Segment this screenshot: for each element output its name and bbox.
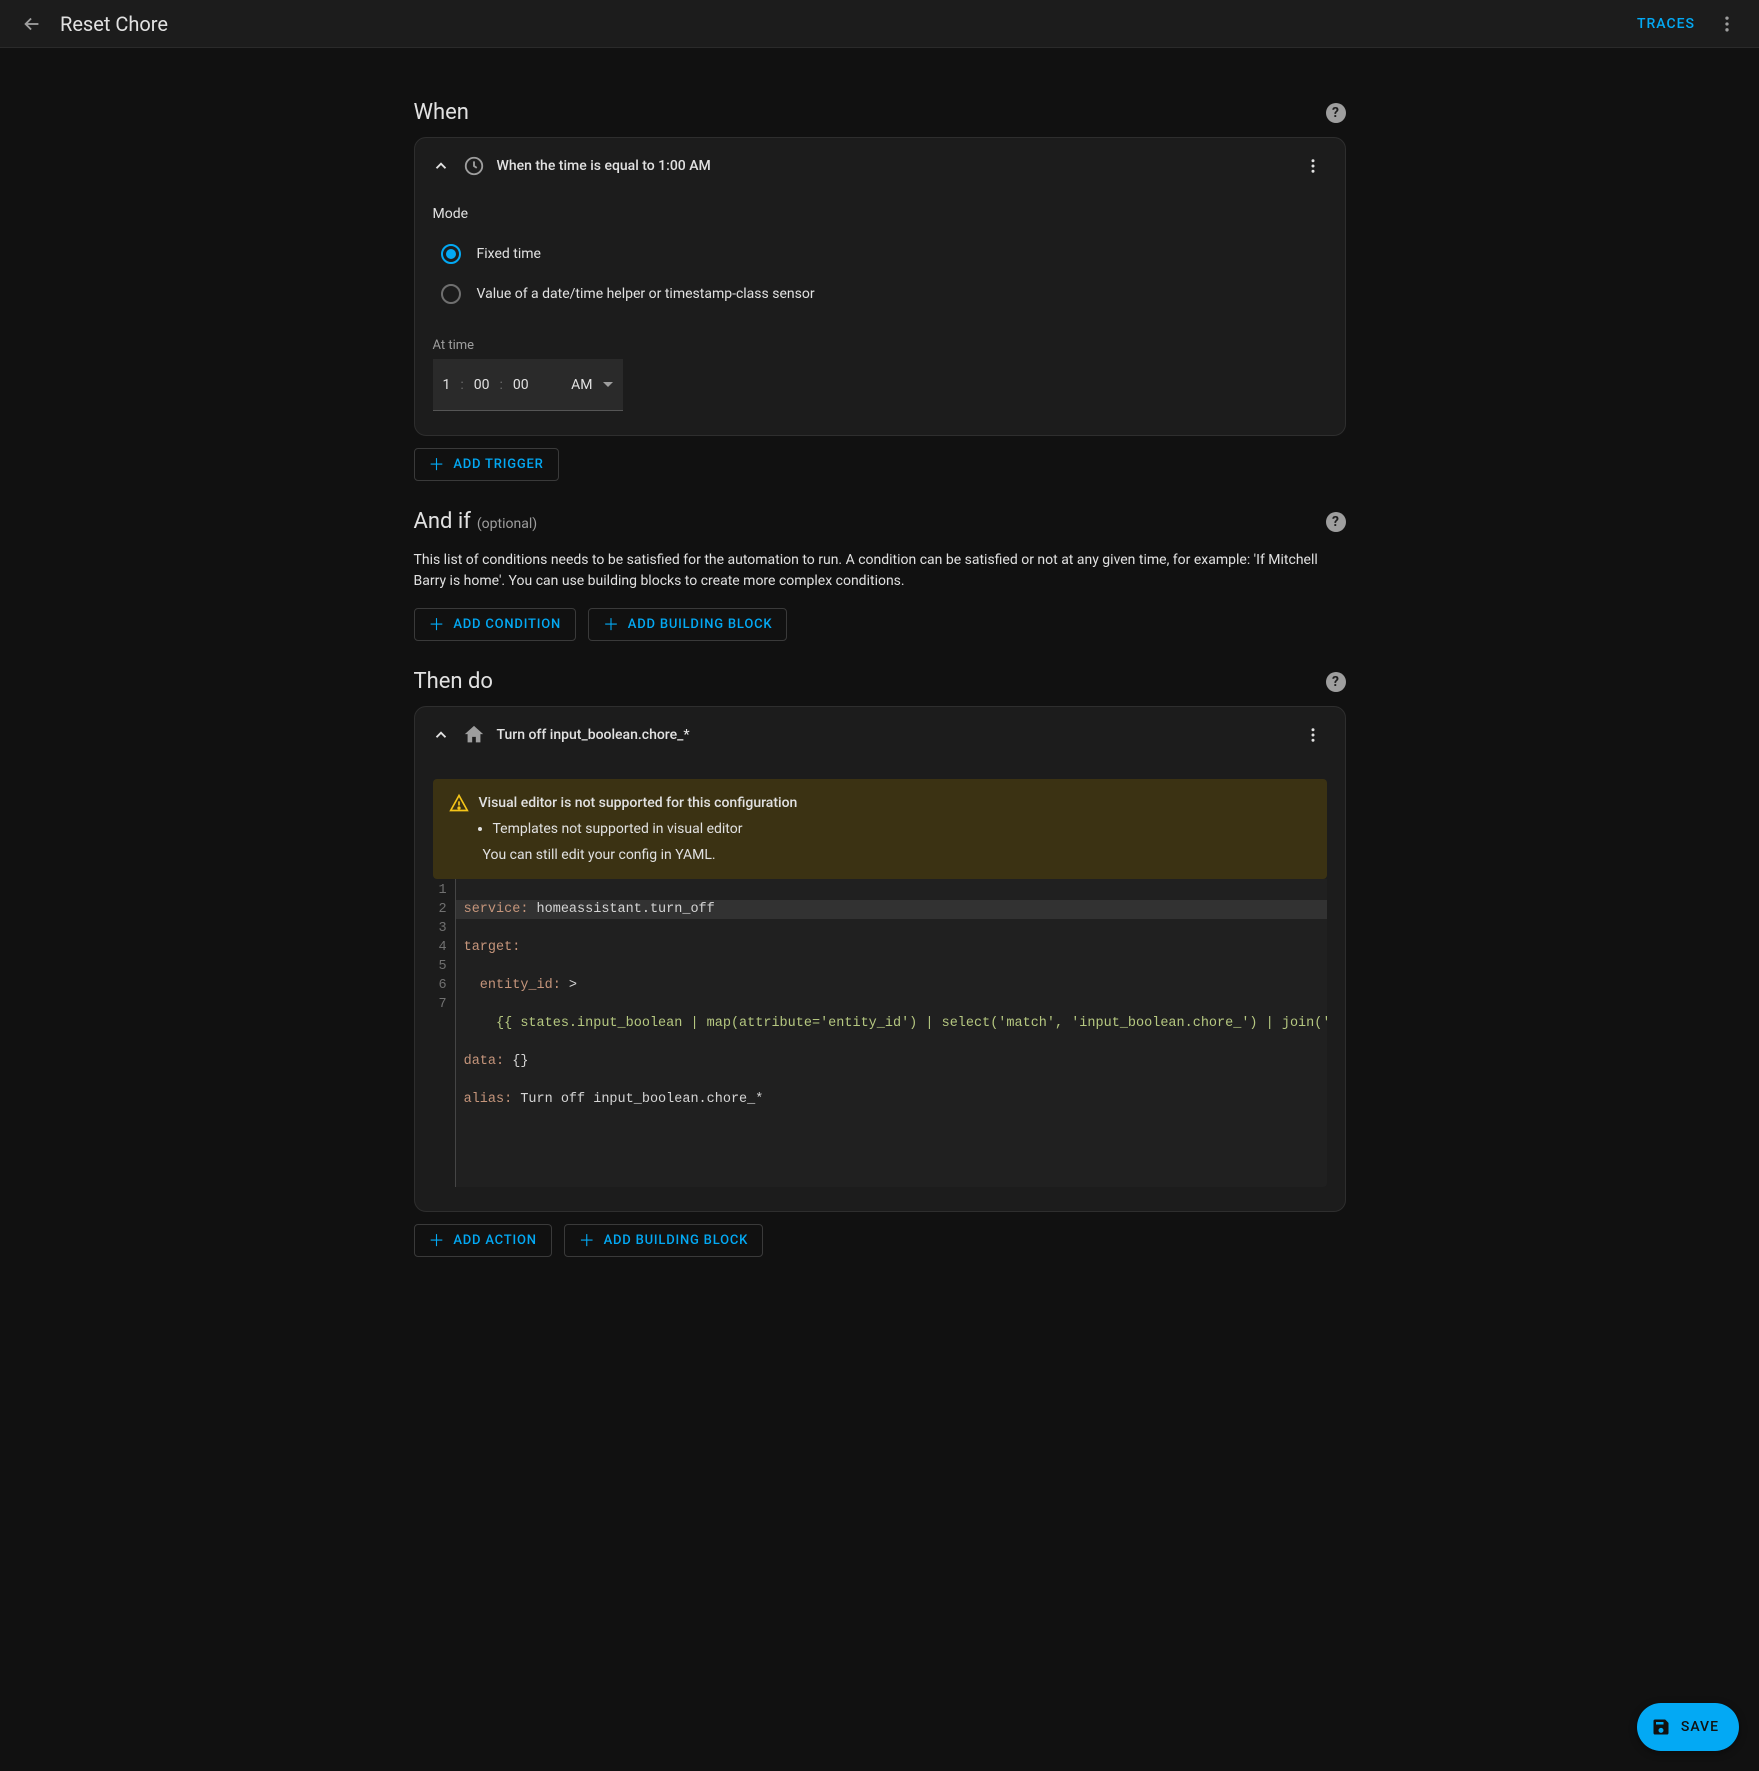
radio-fixed-time[interactable] [441,244,461,264]
topbar: Reset Chore TRACES [0,0,1759,48]
andif-section-header: And if (optional) ? [414,509,1346,534]
action-card: Turn off input_boolean.chore_* Visual ed… [414,706,1346,1212]
warning-bullet: Templates not supported in visual editor [493,821,1311,837]
time-picker[interactable]: 1 : 00 : 00 AM [433,359,623,411]
optional-label: (optional) [477,516,537,532]
clock-icon [463,155,485,177]
when-help-icon[interactable]: ? [1326,103,1346,123]
radio-fixed-label: Fixed time [477,246,541,262]
at-time-label: At time [433,338,1327,353]
mode-helper-row[interactable]: Value of a date/time helper or timestamp… [433,274,1327,314]
add-building-block-button-2[interactable]: ＋ ADD BUILDING BLOCK [564,1224,763,1257]
warning-box: Visual editor is not supported for this … [433,779,1327,879]
add-building-block-button[interactable]: ＋ ADD BUILDING BLOCK [588,608,787,641]
add-condition-button[interactable]: ＋ ADD CONDITION [414,608,576,641]
then-help-icon[interactable]: ? [1326,672,1346,692]
save-icon [1651,1717,1671,1737]
radio-helper-label: Value of a date/time helper or timestamp… [477,286,815,302]
time-second[interactable]: 00 [513,377,529,393]
when-heading: When [414,100,1326,125]
chevron-down-icon[interactable] [603,382,613,387]
trigger-overflow-menu[interactable] [1297,150,1329,182]
andif-help-icon[interactable]: ? [1326,512,1346,532]
save-button[interactable]: SAVE [1637,1703,1739,1751]
page-title: Reset Chore [60,12,1625,36]
then-section-header: Then do ? [414,669,1346,694]
trigger-card: When the time is equal to 1:00 AM Mode F… [414,137,1346,436]
warning-still: You can still edit your config in YAML. [483,847,1311,863]
andif-description: This list of conditions needs to be sati… [414,550,1346,592]
traces-button[interactable]: TRACES [1625,8,1707,40]
action-title: Turn off input_boolean.chore_* [497,727,1285,743]
header-overflow-menu[interactable] [1707,4,1747,44]
mode-label: Mode [433,206,1327,222]
chevron-up-icon[interactable] [431,156,451,176]
warning-title: Visual editor is not supported for this … [479,795,798,811]
yaml-editor[interactable]: 1234567 service: homeassistant.turn_off … [433,879,1327,1187]
back-button[interactable] [12,4,52,44]
andif-heading: And if [414,509,471,534]
time-ampm[interactable]: AM [571,377,592,393]
line-gutter: 1234567 [433,879,456,1187]
mode-fixed-row[interactable]: Fixed time [433,234,1327,274]
trigger-title: When the time is equal to 1:00 AM [497,158,1285,174]
warning-icon [449,793,469,813]
then-heading: Then do [414,669,1326,694]
add-action-button[interactable]: ＋ ADD ACTION [414,1224,552,1257]
time-minute[interactable]: 00 [474,377,490,393]
home-assistant-icon [463,724,485,746]
when-section-header: When ? [414,100,1346,125]
action-overflow-menu[interactable] [1297,719,1329,751]
time-hour[interactable]: 1 [443,377,451,393]
chevron-up-icon[interactable] [431,725,451,745]
add-trigger-button[interactable]: ＋ ADD TRIGGER [414,448,559,481]
code-content[interactable]: service: homeassistant.turn_off target: … [456,879,1327,1187]
radio-helper[interactable] [441,284,461,304]
